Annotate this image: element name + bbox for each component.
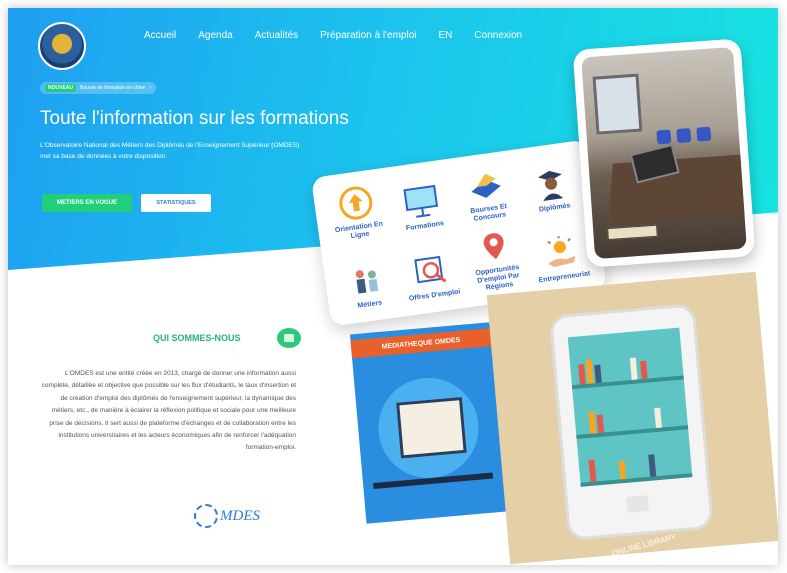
metiers-en-vogue-button[interactable]: METIERS EN VOGUE (42, 194, 132, 212)
announcement-text: Bourse de formation en chine (80, 85, 146, 91)
about-title: QUI SOMMES-NOUS (153, 333, 241, 343)
hero-description: L'Observatoire National des Métiers des … (40, 142, 300, 160)
announcement-pill[interactable]: NOUVEAU Bourse de formation en chine › (40, 82, 157, 94)
nav-preparation-emploi[interactable]: Préparation à l'emploi (320, 30, 416, 41)
hero-title: Toute l'information sur les formations (40, 108, 349, 129)
laptop-icon (463, 163, 508, 206)
category-offres-emploi[interactable]: Offres D'emploi (394, 232, 469, 310)
category-label: Métiers (357, 299, 383, 310)
office-photo (581, 46, 747, 260)
nav-connexion[interactable]: Connexion (474, 30, 522, 41)
graduate-icon (529, 162, 574, 205)
category-label: Orientation En Ligne (334, 220, 384, 241)
category-bourses[interactable]: Bourses Et Concours (449, 156, 523, 232)
workers-icon (344, 259, 389, 302)
about-icon (277, 328, 301, 348)
new-badge: NOUVEAU (45, 84, 77, 92)
omdes-logo: MDES (194, 504, 260, 528)
omdes-logo-icon[interactable] (38, 22, 86, 70)
omdes-logo-text: MDES (220, 507, 260, 524)
mediatheque-title: MEDIATHEQUE OMDES (350, 328, 492, 359)
category-formations[interactable]: Formations (385, 165, 459, 241)
idea-hand-icon (539, 231, 584, 274)
magnifier-icon (409, 250, 454, 293)
category-label: Diplômés (538, 202, 571, 214)
book-icon (396, 396, 467, 459)
chevron-right-icon: › (149, 85, 152, 91)
page-frame: Accueil Agenda Actualités Préparation à … (8, 8, 778, 565)
nav-accueil[interactable]: Accueil (144, 30, 176, 41)
mediatheque-card[interactable]: MEDIATHEQUE OMDES (349, 322, 507, 524)
online-library-card[interactable]: ONLINE LIBRARY (486, 271, 778, 565)
main-nav: Accueil Agenda Actualités Préparation à … (144, 30, 522, 41)
nav-language-en[interactable]: EN (439, 30, 453, 41)
about-text: L'OMDES est une entité créée en 2013, ch… (41, 370, 296, 452)
nav-agenda[interactable]: Agenda (198, 30, 232, 41)
bookshelf-icon (567, 327, 693, 487)
presentation-board-icon (399, 180, 444, 223)
nav-actualites[interactable]: Actualités (255, 30, 298, 41)
statistiques-button[interactable]: STATISTIQUES (141, 194, 211, 212)
map-pin-icon (471, 225, 516, 268)
category-metiers[interactable]: Métiers (329, 241, 404, 319)
category-orientation[interactable]: Orientation En Ligne (320, 174, 394, 250)
category-label: Opportunités D'emploi Par Régions (475, 264, 520, 292)
category-diplomes[interactable]: Diplômés (514, 146, 588, 222)
phone-illustration (548, 303, 714, 542)
omdes-o-icon (194, 504, 218, 528)
category-opportunites[interactable]: Opportunités D'emploi Par Régions (459, 223, 534, 301)
arrow-up-icon (333, 182, 378, 225)
office-photo-card (572, 38, 756, 268)
category-label: Bourses Et Concours (469, 203, 508, 223)
